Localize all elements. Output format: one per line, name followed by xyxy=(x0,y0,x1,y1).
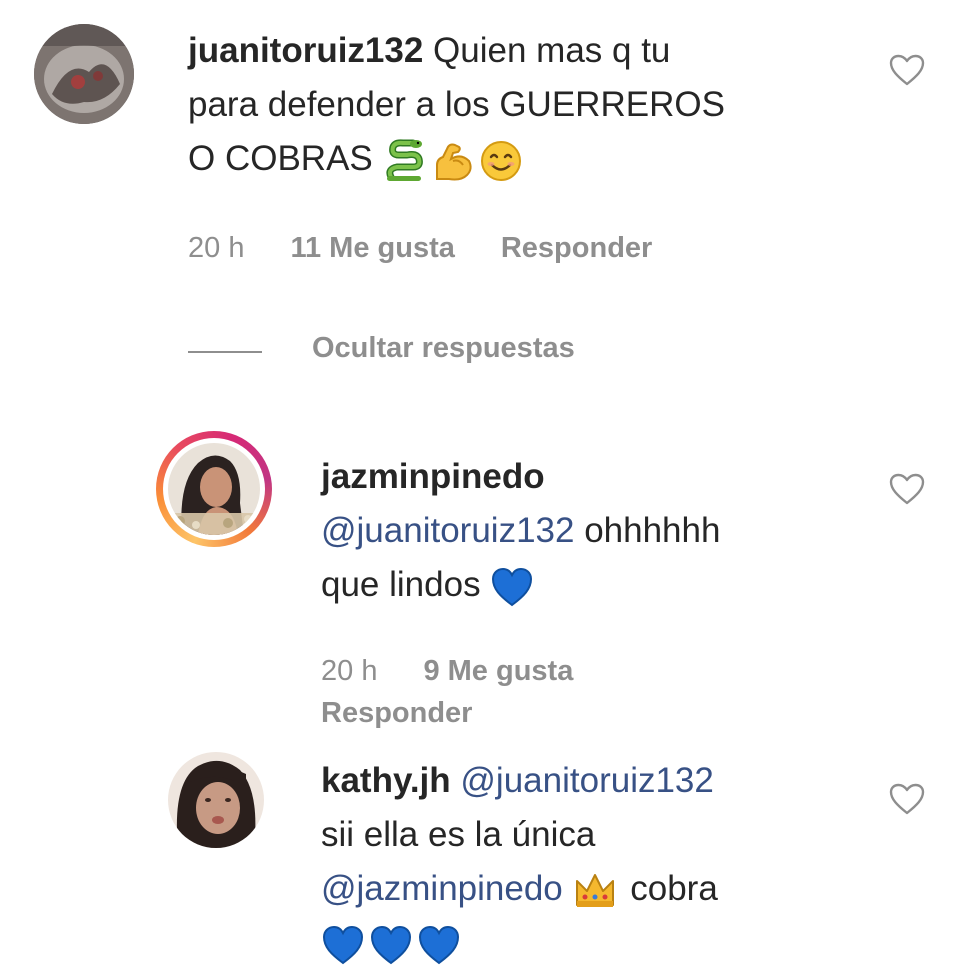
avatar-image xyxy=(168,752,264,848)
flexed-biceps-emoji xyxy=(435,143,472,181)
hide-replies-button[interactable]: Ocultar respuestas xyxy=(312,332,575,365)
mention-link[interactable]: @juanitoruiz132 xyxy=(460,761,713,800)
avatar[interactable] xyxy=(34,24,134,124)
comment-text-line1: Quien mas q tu xyxy=(423,31,671,70)
avatar-image xyxy=(34,24,134,124)
like-count-button[interactable]: 11 Me gusta xyxy=(290,232,454,264)
mention-link[interactable]: @juanitoruiz132 xyxy=(321,511,574,550)
heart-icon[interactable] xyxy=(889,473,925,505)
reply-button[interactable]: Responder xyxy=(321,697,472,729)
avatar[interactable] xyxy=(168,752,264,848)
comment-body: juanitoruiz132 Quien mas q tu para defen… xyxy=(188,24,848,186)
comment-username[interactable]: juanitoruiz132 xyxy=(188,31,423,70)
mention-link[interactable]: @jazminpinedo xyxy=(321,869,563,908)
comment-time: 20 h xyxy=(188,232,245,264)
like-count-button[interactable]: 9 Me gusta xyxy=(423,655,573,687)
blue-heart-emoji xyxy=(418,925,460,965)
blue-heart-emoji xyxy=(492,567,533,607)
comment-body: kathy.jh @juanitoruiz132 sii ella es la … xyxy=(321,754,861,970)
comment-text-line2: que lindos xyxy=(321,565,491,604)
comment-time: 20 h xyxy=(321,655,378,687)
snake-emoji xyxy=(385,139,423,181)
comment-text-line1: ohhhhhh xyxy=(574,511,721,550)
avatar xyxy=(168,443,260,535)
avatar-image xyxy=(168,443,260,535)
comment-text-line2: para defender a los GUERREROS xyxy=(188,85,725,124)
comment-text-line3: cobra xyxy=(620,869,718,908)
smiling-face-emoji xyxy=(480,140,521,181)
comment-text-line3: O COBRAS xyxy=(188,139,373,178)
reply-button[interactable]: Responder xyxy=(501,232,652,264)
comment-username[interactable]: kathy.jh xyxy=(321,761,451,800)
comment-body: jazminpinedo @juanitoruiz132 ohhhhhh que… xyxy=(321,450,861,612)
comment-meta: 20 h 11 Me gusta Responder xyxy=(188,232,698,265)
crown-emoji xyxy=(575,873,614,907)
heart-icon[interactable] xyxy=(889,54,925,86)
comment-text-line2: sii ella es la única xyxy=(321,815,596,854)
story-ring[interactable] xyxy=(156,431,272,547)
blue-heart-emoji xyxy=(370,925,412,965)
replies-divider-line xyxy=(188,351,262,353)
comment-meta: 20 h 9 Me gusta Responder xyxy=(321,650,841,734)
blue-heart-emoji xyxy=(322,925,364,965)
comment-username[interactable]: jazminpinedo xyxy=(321,457,545,496)
heart-icon[interactable] xyxy=(889,783,925,815)
